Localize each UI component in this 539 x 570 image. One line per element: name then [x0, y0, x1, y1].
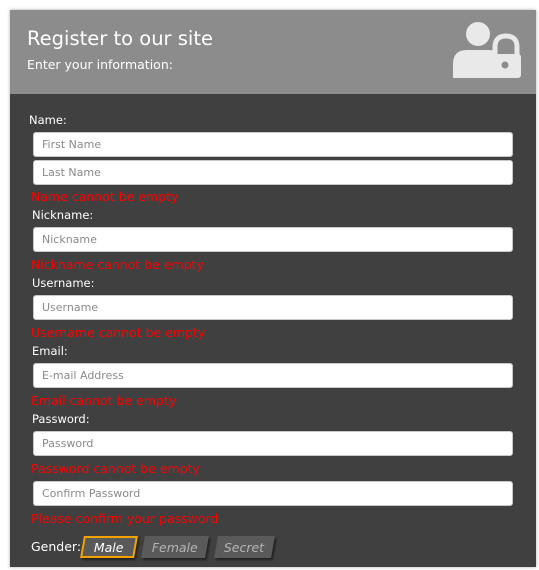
user-lock-icon: [453, 22, 521, 78]
confirm-password-error: Please confirm your password: [31, 511, 219, 526]
password-error: Password cannot be empty: [31, 461, 200, 476]
gender-option-label: Male: [94, 540, 124, 555]
gender-option-male[interactable]: Male: [80, 536, 138, 558]
nickname-error: Nickname cannot be empty: [31, 257, 204, 272]
first-name-input[interactable]: [33, 132, 513, 157]
gender-option-female[interactable]: Female: [141, 536, 209, 558]
username-error: Username cannot be empty: [31, 325, 206, 340]
username-input[interactable]: [33, 295, 513, 320]
page-subtitle: Enter your information:: [27, 57, 173, 72]
last-name-input[interactable]: [33, 160, 513, 185]
email-error: Email cannot be empty: [31, 393, 177, 408]
password-label: Password:: [32, 412, 90, 426]
card-header: Register to our site Enter your informat…: [10, 10, 536, 94]
gender-label: Gender:: [31, 539, 82, 554]
name-label: Name:: [29, 113, 67, 127]
email-label: Email:: [32, 344, 68, 358]
gender-option-label: Female: [151, 540, 198, 555]
nickname-input[interactable]: [33, 227, 513, 252]
gender-option-secret[interactable]: Secret: [214, 536, 275, 558]
nickname-label: Nickname:: [32, 208, 94, 222]
page-title: Register to our site: [27, 27, 213, 50]
password-input[interactable]: [33, 431, 513, 456]
confirm-password-input[interactable]: [33, 481, 513, 506]
name-error: Name cannot be empty: [31, 189, 179, 204]
registration-card: Register to our site Enter your informat…: [10, 10, 536, 567]
username-label: Username:: [32, 276, 95, 290]
email-input[interactable]: [33, 363, 513, 388]
gender-option-label: Secret: [224, 540, 265, 555]
